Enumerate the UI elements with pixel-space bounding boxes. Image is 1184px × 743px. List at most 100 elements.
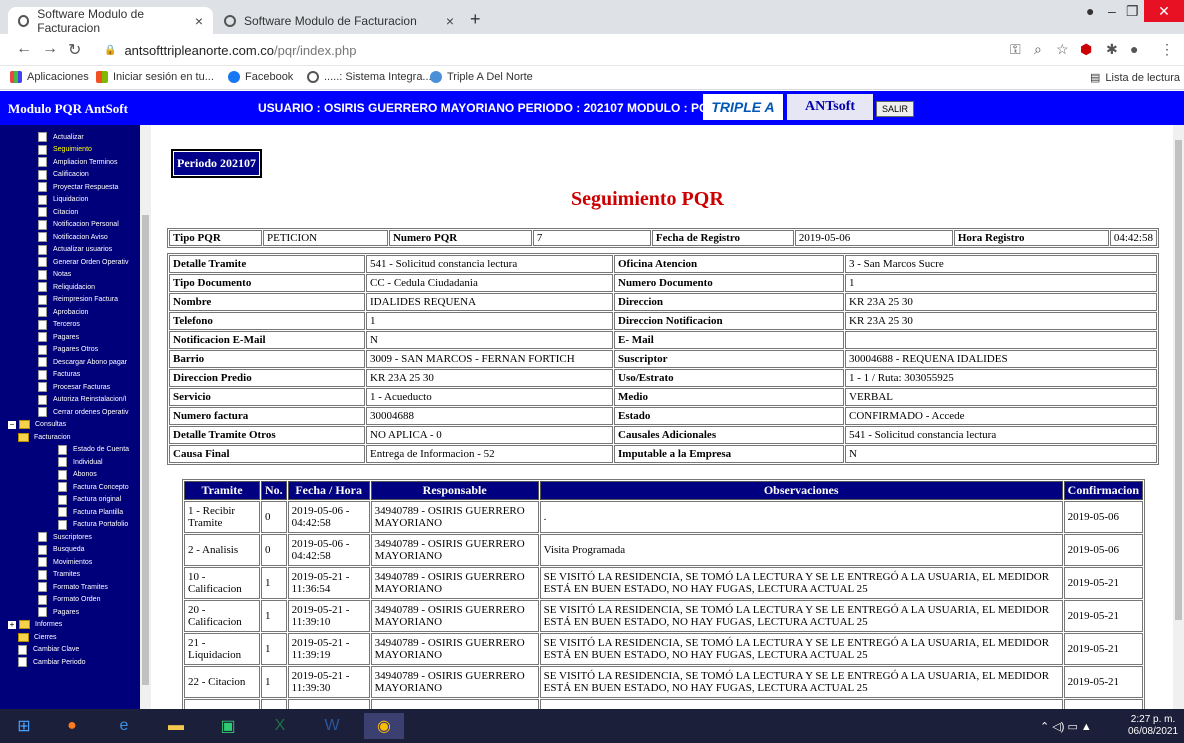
table-row: Telefono 1 Direccion Notificacion KR 23A 25… [169, 312, 1157, 330]
sidebar-item-reliquidacion[interactable]: Reliquidacion [38, 281, 95, 293]
collapse-icon[interactable]: − [8, 420, 16, 429]
bookmark-apps[interactable]: Aplicaciones [10, 71, 89, 83]
sidebar-item-factura-concepto[interactable]: Factura Concepto [58, 481, 129, 493]
sidebar-item-calificacion[interactable]: Calificacion [38, 169, 89, 181]
back-icon[interactable]: ← [16, 40, 32, 58]
sidebar-item-pagares[interactable]: Pagares [38, 606, 79, 618]
sidebar-item-notas[interactable]: Notas [38, 269, 71, 281]
url-bar[interactable]: 🔒 antsofttripleanorte.com.co/pqr/index.p… [104, 38, 1004, 62]
zoom-icon[interactable]: ⌕ [1034, 41, 1042, 58]
sidebar-item-actualizar-usuarios[interactable]: Actualizar usuarios [38, 244, 112, 256]
table-row: Nombre IDALIDES REQUENA Direccion KR 23A 25… [169, 293, 1157, 311]
browser-tab-2[interactable]: Software Modulo de Facturacion × [214, 7, 464, 34]
windows-start-icon[interactable]: ⊞ [4, 713, 44, 739]
reading-list[interactable]: ▤ Lista de lectura [1090, 71, 1180, 85]
sidebar-item-suscriptores[interactable]: Suscriptores [38, 531, 92, 543]
sidebar-item-cambiar-periodo[interactable]: Cambiar Periodo [18, 656, 86, 668]
sidebar-item-informes[interactable]: + Informes [8, 619, 62, 631]
bookmark-microsoft[interactable]: Iniciar sesión en tu... [96, 71, 214, 83]
sidebar-item-consultas[interactable]: − Consultas [8, 419, 66, 431]
sidebar-item-label: Informes [35, 621, 63, 628]
sidebar-item-cierres[interactable]: Cierres [18, 631, 57, 643]
logout-button[interactable]: SALIR [876, 101, 915, 117]
field-value: N [366, 331, 613, 349]
bookmark-triple-a[interactable]: Triple A Del Norte [430, 71, 533, 83]
sidebar-item-seguimiento[interactable]: Seguimiento [38, 144, 92, 156]
bookmark-facebook[interactable]: Facebook [228, 71, 293, 83]
sidebar-scroll-thumb[interactable] [142, 215, 149, 685]
sidebar-item-facturas[interactable]: Facturas [38, 369, 80, 381]
menu-icon[interactable]: ⋮ [1160, 41, 1174, 58]
new-tab-button[interactable]: + [470, 9, 481, 30]
window-close-button[interactable]: ✕ [1144, 0, 1184, 22]
clock[interactable]: 2:27 p. m. 06/08/2021 [1128, 714, 1178, 738]
word-icon[interactable]: W [312, 713, 352, 739]
reload-icon[interactable]: ↻ [68, 40, 81, 60]
account-icon[interactable]: ● [1130, 41, 1138, 57]
sidebar-item-movimientos[interactable]: Movimientos [38, 556, 92, 568]
sidebar-item-estado-de-cuenta[interactable]: Estado de Cuenta [58, 444, 129, 456]
sidebar-item-notificacion-personal[interactable]: Notificacion Personal [38, 219, 119, 231]
cell-observaciones: SE VISITÓ LA RESIDENCIA, SE TOMÓ LA LECT… [539, 666, 1063, 698]
key-icon[interactable]: ⚿ [1010, 41, 1021, 58]
chrome-icon[interactable]: ◉ [364, 713, 404, 739]
system-tray[interactable]: ⌃ ◁) ▭ ▲ [1040, 720, 1092, 733]
sidebar-item-liquidacion[interactable]: Liquidacion [38, 194, 88, 206]
sidebar-item-pagares-otros[interactable]: Pagares Otros [38, 344, 98, 356]
sidebar-item-abonos[interactable]: Abonos [58, 469, 97, 481]
sidebar-item-busqueda[interactable]: Busqueda [38, 544, 85, 556]
sidebar-item-generar-orden-operativ[interactable]: Generar Orden Operativ [38, 256, 128, 268]
sidebar-item-factura-portafolio[interactable]: Factura Portafolio [58, 519, 128, 531]
sidebar-item-cerrar-ordenes-operativ[interactable]: Cerrar ordenes Operativ [38, 406, 128, 418]
close-icon[interactable]: × [195, 13, 203, 29]
field-value: KR 23A 25 30 [845, 312, 1157, 330]
sidebar-item-reimpresion-factura[interactable]: Reimpresion Factura [38, 294, 118, 306]
sidebar-item-factura-original[interactable]: Factura original [58, 494, 121, 506]
cell-observaciones: . [539, 501, 1063, 533]
maximize-button[interactable]: ❐ [1126, 3, 1139, 20]
sidebar-item-facturacion[interactable]: Facturacion [18, 431, 71, 443]
sidebar-item-factura-plantilla[interactable]: Factura Plantilla [58, 506, 123, 518]
sidebar-item-terceros[interactable]: Terceros [38, 319, 80, 331]
sidebar-item-formato-orden[interactable]: Formato Orden [38, 594, 100, 606]
excel-icon[interactable]: X [260, 713, 300, 739]
sidebar-item-autoriza-reinstalacion-i[interactable]: Autoriza Reinstalacion/I [38, 394, 127, 406]
edge-icon[interactable]: e [104, 713, 144, 739]
bookmark-sistema[interactable]: .....: Sistema Integra... [307, 71, 432, 83]
content-scroll-thumb[interactable] [1175, 140, 1182, 620]
sidebar-item-descargar-abono-pagar[interactable]: Descargar Abono pagar [38, 356, 127, 368]
triple-a-logo: TRIPLE A [703, 94, 783, 120]
sidebar-item-citacion[interactable]: Citacion [38, 206, 78, 218]
firefox-icon[interactable]: ● [52, 713, 92, 739]
cell-no: 0 [261, 501, 287, 533]
document-icon [38, 544, 47, 555]
store-icon[interactable]: ▣ [208, 713, 248, 739]
cell-tramite: 21 - Liquidacion [184, 633, 260, 665]
document-icon [38, 132, 47, 142]
expand-icon[interactable]: + [8, 620, 16, 629]
sidebar-item-procesar-facturas[interactable]: Procesar Facturas [38, 381, 110, 393]
sidebar-item-tramites[interactable]: Tramites [38, 569, 80, 581]
file-explorer-icon[interactable]: ▬ [156, 713, 196, 739]
sidebar-item-actualizar[interactable]: Actualizar [38, 131, 84, 143]
sidebar-item-individual[interactable]: Individual [58, 456, 103, 468]
browser-tab-1[interactable]: Software Modulo de Facturacion × [8, 7, 213, 35]
sidebar-item-aprobacion[interactable]: Aprobacion [38, 306, 88, 318]
minimize-button[interactable]: – [1108, 3, 1116, 19]
star-icon[interactable]: ☆ [1056, 41, 1069, 58]
sidebar-item-ampliacion-terminos[interactable]: Ampliacion Terminos [38, 156, 117, 168]
sidebar-item-proyectar-respuesta[interactable]: Proyectar Respuesta [38, 181, 118, 193]
sidebar-item-label: Factura Concepto [73, 483, 129, 491]
sidebar-item-pagares[interactable]: Pagares [38, 331, 79, 343]
sidebar-item-formato-tramites[interactable]: Formato Tramites [38, 581, 108, 593]
adblock-icon[interactable]: ⬢ [1080, 41, 1092, 58]
fecha-registro-label: Fecha de Registro [651, 230, 794, 246]
close-icon[interactable]: × [446, 13, 454, 29]
document-icon [38, 407, 47, 417]
sidebar-item-notificacion-aviso[interactable]: Notificacion Aviso [38, 231, 108, 243]
sidebar-item-cambiar-clave[interactable]: Cambiar Clave [18, 644, 79, 656]
page-title: Seguimiento PQR [571, 188, 724, 210]
profile-icon[interactable]: ● [1086, 3, 1094, 19]
forward-icon[interactable]: → [42, 40, 58, 58]
extensions-icon[interactable]: ✱ [1106, 41, 1118, 58]
